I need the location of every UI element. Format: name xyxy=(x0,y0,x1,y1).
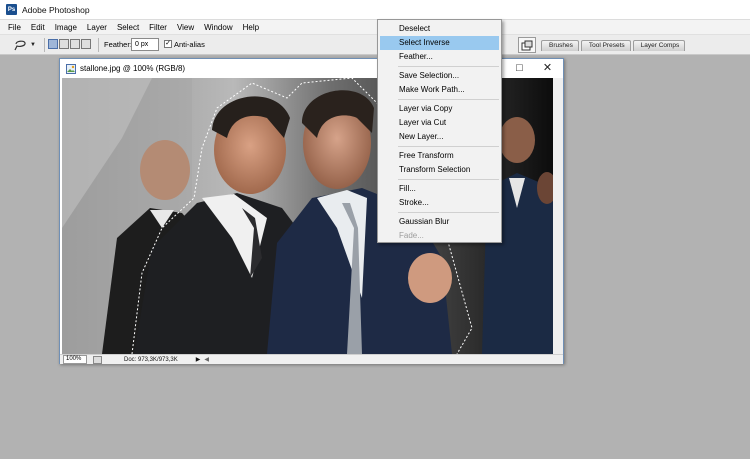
context-menu-item-deselect[interactable]: Deselect xyxy=(378,22,501,36)
context-menu-item-new-layer[interactable]: New Layer... xyxy=(378,130,501,144)
zoom-level-field[interactable]: 100% xyxy=(63,355,87,364)
menu-window[interactable]: Window xyxy=(199,20,237,35)
chevron-down-icon: ▼ xyxy=(30,42,36,48)
context-menu-item-fade: Fade... xyxy=(399,231,424,240)
subtract-from-selection-icon[interactable] xyxy=(70,39,80,49)
antialias-label: Anti-alias xyxy=(174,40,205,49)
menu-image[interactable]: Image xyxy=(50,20,82,35)
menu-file[interactable]: File xyxy=(0,20,26,35)
context-menu-item-fill[interactable]: Fill... xyxy=(378,182,501,196)
palette-tab-layer-comps[interactable]: Layer Comps xyxy=(632,40,686,51)
menu-separator xyxy=(398,146,499,147)
context-menu-item-layer-via-cut[interactable]: Layer via Cut xyxy=(378,116,501,130)
context-menu-item-feather[interactable]: Feather... xyxy=(378,50,501,64)
menu-filter[interactable]: Filter xyxy=(144,20,172,35)
context-menu-item-select-inverse[interactable]: Select Inverse xyxy=(380,36,499,50)
lasso-tool-icon xyxy=(14,40,26,51)
palette-toggle-button[interactable] xyxy=(518,37,536,53)
context-menu-item-transform-selection[interactable]: Transform Selection xyxy=(378,163,501,177)
maximize-icon[interactable]: □ xyxy=(512,61,527,75)
app-title-bar: Ps Adobe Photoshop xyxy=(0,0,750,20)
menu-separator xyxy=(398,179,499,180)
close-icon[interactable]: ✕ xyxy=(540,61,555,75)
context-menu-item-free-transform[interactable]: Free Transform xyxy=(378,149,501,163)
menu-separator xyxy=(398,212,499,213)
menu-select[interactable]: Select xyxy=(112,20,144,35)
menu-edit[interactable]: Edit xyxy=(26,20,50,35)
context-menu-item-save-selection[interactable]: Save Selection... xyxy=(378,69,501,83)
options-bar: ▼ Feather: 0 px ✓ Anti-alias Brushes Tool… xyxy=(0,35,750,55)
document-status-bar: 100% Doc: 973,3K/973,3K ▶ ◀ xyxy=(60,354,563,364)
tool-preset-picker[interactable]: ▼ xyxy=(13,38,41,52)
palette-well-icon xyxy=(521,40,533,50)
feather-label: Feather: xyxy=(104,40,132,49)
photoshop-app-icon: Ps xyxy=(6,4,17,15)
context-menu-item-make-work-path[interactable]: Make Work Path... xyxy=(378,83,501,97)
palette-well: Brushes Tool Presets Layer Comps xyxy=(541,40,750,52)
palette-tab-tool-presets[interactable]: Tool Presets xyxy=(580,40,631,51)
menu-separator xyxy=(398,99,499,100)
feather-input[interactable]: 0 px xyxy=(131,38,159,51)
menu-view[interactable]: View xyxy=(172,20,199,35)
context-menu-item-layer-via-copy[interactable]: Layer via Copy xyxy=(378,102,501,116)
menu-help[interactable]: Help xyxy=(238,20,264,35)
new-selection-icon[interactable] xyxy=(48,39,58,49)
selection-mode-buttons xyxy=(48,39,91,49)
context-menu-item-gaussian-blur[interactable]: Gaussian Blur xyxy=(378,215,501,229)
menu-layer[interactable]: Layer xyxy=(82,20,112,35)
menu-separator xyxy=(398,66,499,67)
antialias-checkbox[interactable]: ✓ xyxy=(164,40,172,48)
context-menu: Deselect Select Inverse Feather... Save Sel… xyxy=(377,19,502,243)
vertical-scrollbar[interactable] xyxy=(553,78,563,354)
add-to-selection-icon[interactable] xyxy=(59,39,69,49)
context-menu-item-stroke[interactable]: Stroke... xyxy=(378,196,501,210)
status-options-icon[interactable] xyxy=(93,355,102,364)
divider xyxy=(44,38,45,52)
document-title: stallone.jpg @ 100% (RGB/8) xyxy=(80,64,186,73)
app-title: Adobe Photoshop xyxy=(22,4,90,15)
document-size-readout: Doc: 973,3K/973,3K xyxy=(124,356,178,363)
status-menu-arrow-icon[interactable]: ▶ xyxy=(196,356,201,363)
divider xyxy=(98,38,99,52)
menu-bar: File Edit Image Layer Select Filter View Window… xyxy=(0,20,750,35)
image-file-icon xyxy=(66,63,76,74)
palette-tab-brushes[interactable]: Brushes xyxy=(541,40,579,51)
intersect-selection-icon[interactable] xyxy=(81,39,91,49)
scroll-left-icon[interactable]: ◀ xyxy=(204,356,209,363)
